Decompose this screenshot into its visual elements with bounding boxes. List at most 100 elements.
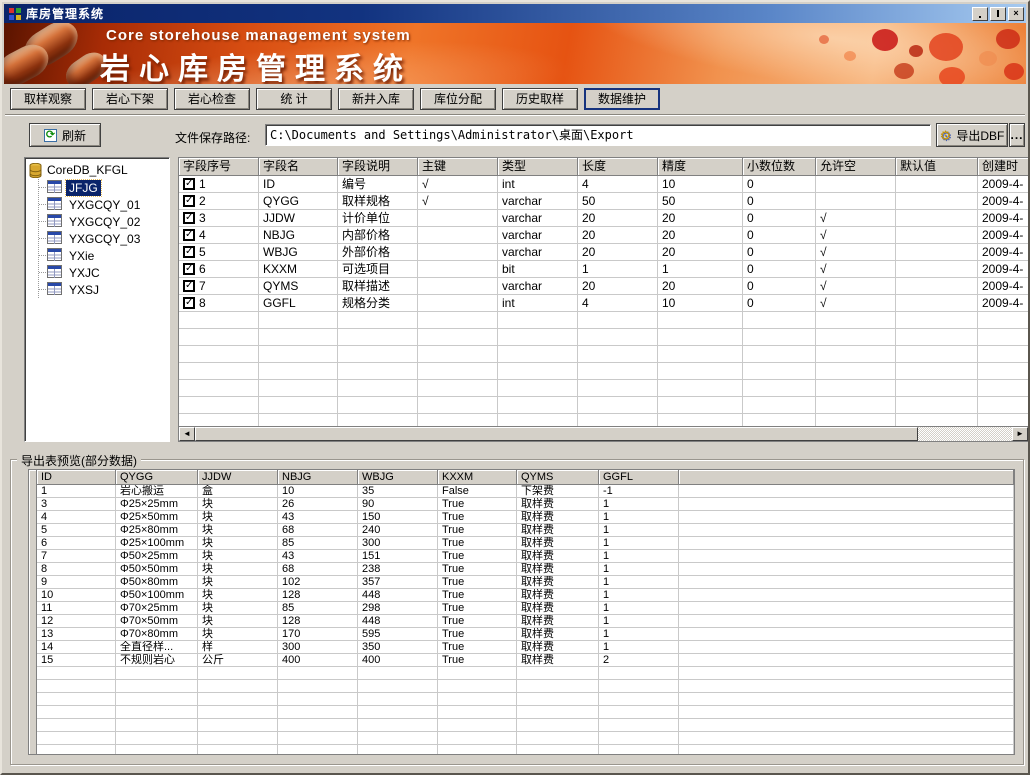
toolbar-button-4[interactable]: 统 计: [256, 88, 332, 110]
scroll-right-button[interactable]: ►: [1012, 427, 1028, 441]
toolbar-button-8[interactable]: 数据维护: [584, 88, 660, 110]
preview-row-5[interactable]: 6Φ25×100mm块85300True取样费1: [37, 537, 1014, 550]
column-header-1[interactable]: 字段序号: [179, 158, 259, 176]
field-cell: √: [816, 210, 896, 227]
toolbar-button-1[interactable]: 取样观察: [10, 88, 86, 110]
minimize-button[interactable]: [972, 7, 988, 21]
preview-cell: 400: [278, 654, 358, 667]
preview-row-1[interactable]: 1岩心搬运盒1035False下架费-1: [37, 485, 1014, 498]
preview-row-8[interactable]: 9Φ50×80mm块102357True取样费1: [37, 576, 1014, 589]
tree-item-YXGCQY_03[interactable]: YXGCQY_03: [39, 230, 169, 247]
preview-column-header-QYMS[interactable]: QYMS: [517, 470, 599, 485]
column-header-11[interactable]: 创建时: [978, 158, 1029, 176]
field-row-4[interactable]: 4NBJG内部价格varchar20200√2009-4-: [179, 227, 1028, 244]
empty-cell: [179, 312, 259, 329]
close-button[interactable]: ×: [1008, 7, 1024, 21]
column-header-6[interactable]: 长度: [578, 158, 658, 176]
field-checkbox[interactable]: [183, 280, 195, 292]
field-cell: 20: [578, 278, 658, 295]
preview-row-3[interactable]: 4Φ25×50mm块43150True取样费1: [37, 511, 1014, 524]
preview-cell: 块: [198, 615, 278, 628]
tree-item-YXie[interactable]: YXie: [39, 247, 169, 264]
column-header-8[interactable]: 小数位数: [743, 158, 816, 176]
toolbar-button-7[interactable]: 历史取样: [502, 88, 578, 110]
field-cell: varchar: [498, 210, 578, 227]
preview-cell: True: [438, 498, 517, 511]
tree-item-JFJG[interactable]: JFJG: [39, 179, 169, 196]
tree-item-YXGCQY_01[interactable]: YXGCQY_01: [39, 196, 169, 213]
preview-row-10[interactable]: 11Φ70×25mm块85298True取样费1: [37, 602, 1014, 615]
browse-more-button[interactable]: ...: [1009, 123, 1025, 147]
field-checkbox[interactable]: [183, 195, 195, 207]
preview-row-9[interactable]: 10Φ50×100mm块128448True取样费1: [37, 589, 1014, 602]
empty-cell: [358, 719, 438, 732]
column-header-2[interactable]: 字段名: [259, 158, 338, 176]
field-checkbox[interactable]: [183, 229, 195, 241]
field-row-3[interactable]: 3JJDW计价单位varchar20200√2009-4-: [179, 210, 1028, 227]
toolbar-button-3[interactable]: 岩心检查: [174, 88, 250, 110]
field-row-2[interactable]: 2QYGG取样规格√varchar505002009-4-: [179, 193, 1028, 210]
column-header-7[interactable]: 精度: [658, 158, 743, 176]
tree-item-YXGCQY_02[interactable]: YXGCQY_02: [39, 213, 169, 230]
empty-cell: [198, 745, 278, 754]
preview-row-11[interactable]: 12Φ70×50mm块128448True取样费1: [37, 615, 1014, 628]
preview-column-header-ID[interactable]: ID: [37, 470, 116, 485]
preview-column-header-GGFL[interactable]: GGFL: [599, 470, 679, 485]
tree-root[interactable]: CoreDB_KFGL: [29, 161, 169, 179]
refresh-button[interactable]: ⟳ 刷新: [29, 123, 101, 147]
preview-cell: 块: [198, 537, 278, 550]
scrollbar-track[interactable]: [918, 427, 1012, 441]
tree-item-YXSJ[interactable]: YXSJ: [39, 281, 169, 298]
preview-column-header-NBJG[interactable]: NBJG: [278, 470, 358, 485]
empty-cell: [338, 363, 418, 380]
field-cell: 2009-4-: [978, 278, 1029, 295]
preview-column-header-QYGG[interactable]: QYGG: [116, 470, 198, 485]
column-header-5[interactable]: 类型: [498, 158, 578, 176]
preview-row-7[interactable]: 8Φ50×50mm块68238True取样费1: [37, 563, 1014, 576]
field-row-7[interactable]: 7QYMS取样描述varchar20200√2009-4-: [179, 278, 1028, 295]
field-checkbox[interactable]: [183, 263, 195, 275]
tree-item-YXJC[interactable]: YXJC: [39, 264, 169, 281]
field-cell: [896, 278, 978, 295]
app-window: 库房管理系统 × Core storehouse management syst…: [0, 0, 1030, 775]
preview-row-4[interactable]: 5Φ25×80mm块68240True取样费1: [37, 524, 1014, 537]
field-row-1[interactable]: 1ID编号√int41002009-4-: [179, 176, 1028, 193]
save-path-input[interactable]: C:\Documents and Settings\Administrator\…: [265, 124, 931, 146]
preview-cell: 取样费: [517, 576, 599, 589]
field-checkbox[interactable]: [183, 178, 195, 190]
scroll-left-button[interactable]: ◄: [179, 427, 195, 441]
field-cell: √: [816, 227, 896, 244]
column-header-4[interactable]: 主键: [418, 158, 498, 176]
preview-column-header-KXXM[interactable]: KXXM: [438, 470, 517, 485]
toolbar-button-2[interactable]: 岩心下架: [92, 88, 168, 110]
preview-row-6[interactable]: 7Φ50×25mm块43151True取样费1: [37, 550, 1014, 563]
empty-cell: [179, 397, 259, 414]
field-checkbox[interactable]: [183, 246, 195, 258]
fields-table-header: 字段序号字段名字段说明主键类型长度精度小数位数允许空默认值创建时: [179, 158, 1028, 176]
column-header-3[interactable]: 字段说明: [338, 158, 418, 176]
preview-column-header-JJDW[interactable]: JJDW: [198, 470, 278, 485]
column-header-10[interactable]: 默认值: [896, 158, 978, 176]
empty-cell: [517, 706, 599, 719]
scrollbar-thumb[interactable]: [195, 427, 918, 441]
empty-cell-filler: [679, 706, 1014, 719]
toolbar-button-5[interactable]: 新井入库: [338, 88, 414, 110]
preview-row-13[interactable]: 14全直径样...样300350True取样费1: [37, 641, 1014, 654]
empty-cell: [517, 719, 599, 732]
field-row-8[interactable]: 8GGFL规格分类int4100√2009-4-: [179, 295, 1028, 312]
column-header-9[interactable]: 允许空: [816, 158, 896, 176]
preview-cell: 350: [358, 641, 438, 654]
field-checkbox[interactable]: [183, 212, 195, 224]
preview-row-2[interactable]: 3Φ25×25mm块2690True取样费1: [37, 498, 1014, 511]
preview-row-14[interactable]: 15不规则岩心公斤400400True取样费2: [37, 654, 1014, 667]
preview-column-header-WBJG[interactable]: WBJG: [358, 470, 438, 485]
field-row-6[interactable]: 6KXXM可选项目bit110√2009-4-: [179, 261, 1028, 278]
empty-row: [179, 380, 1028, 397]
preview-row-12[interactable]: 13Φ70×80mm块170595True取样费1: [37, 628, 1014, 641]
export-dbf-button[interactable]: ⚙ 导出DBF: [936, 123, 1008, 147]
field-checkbox[interactable]: [183, 297, 195, 309]
empty-cell: [179, 363, 259, 380]
field-row-5[interactable]: 5WBJG外部价格varchar20200√2009-4-: [179, 244, 1028, 261]
toolbar-button-6[interactable]: 库位分配: [420, 88, 496, 110]
maximize-button[interactable]: [990, 7, 1006, 21]
